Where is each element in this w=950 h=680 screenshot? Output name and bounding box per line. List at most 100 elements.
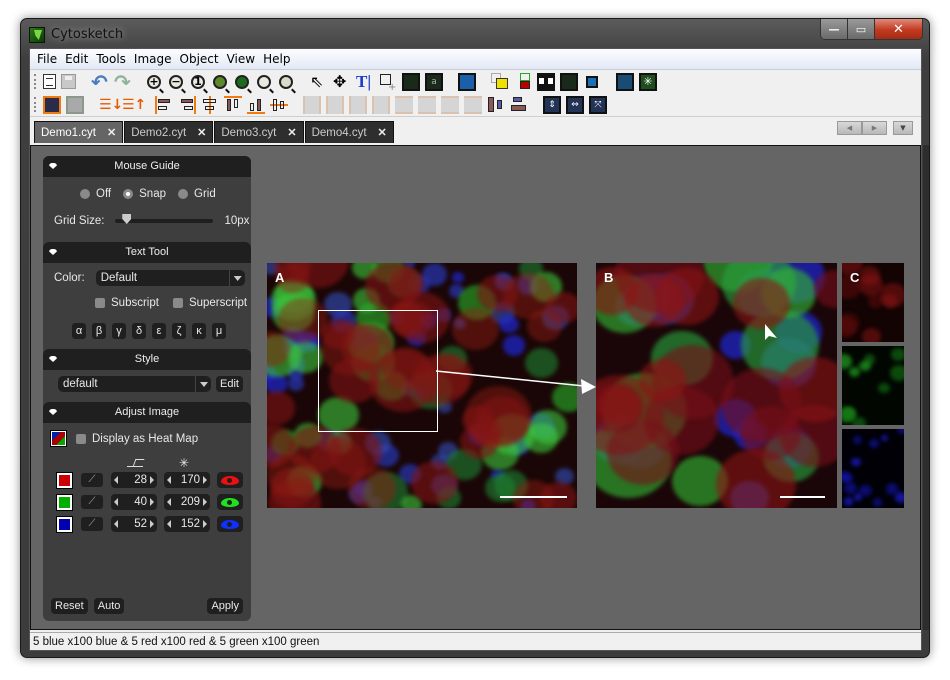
style-dropdown[interactable]: default bbox=[58, 376, 211, 392]
zoom-region-box[interactable] bbox=[318, 310, 438, 432]
greek-epsilon-button[interactable]: ε bbox=[152, 323, 166, 339]
tab-close-icon[interactable]: ✕ bbox=[197, 126, 206, 139]
insert-text-label-icon[interactable]: a bbox=[425, 72, 443, 91]
menu-edit[interactable]: Edit bbox=[61, 52, 92, 66]
channel-visibility-toggle[interactable] bbox=[217, 472, 243, 488]
channel-color-swatch[interactable] bbox=[56, 515, 73, 533]
increment-arrow-icon[interactable] bbox=[203, 498, 207, 506]
levels-curve-icon[interactable] bbox=[616, 72, 634, 91]
menu-view[interactable]: View bbox=[223, 52, 259, 66]
channel-max-spinner[interactable]: 152 bbox=[164, 516, 210, 532]
undo-icon[interactable]: ↶ bbox=[91, 72, 109, 92]
link-objects-icon[interactable] bbox=[537, 72, 555, 91]
menu-help[interactable]: Help bbox=[259, 52, 294, 66]
zoom-actual-size-icon[interactable]: 1 bbox=[191, 74, 205, 89]
crop-icon[interactable] bbox=[583, 73, 601, 91]
redo-icon[interactable]: ↷ bbox=[114, 72, 132, 92]
menu-tools[interactable]: Tools bbox=[92, 52, 130, 66]
sort-down-icon[interactable]: ☰↓ bbox=[99, 96, 123, 114]
bring-to-front-icon[interactable] bbox=[43, 95, 61, 114]
greek-alpha-button[interactable]: α bbox=[72, 323, 86, 339]
menu-object[interactable]: Object bbox=[176, 52, 223, 66]
channel-max-value[interactable]: 209 bbox=[171, 496, 203, 508]
channel-visibility-toggle[interactable] bbox=[217, 494, 243, 510]
style-header[interactable]: Style bbox=[43, 349, 251, 370]
canvas-area[interactable]: Mouse Guide Off Snap Grid Grid Size: 10p… bbox=[30, 145, 921, 630]
pointer-icon[interactable]: ⇖ bbox=[310, 72, 328, 91]
scale-bar-icon[interactable] bbox=[560, 72, 578, 91]
align-right-icon[interactable] bbox=[178, 95, 196, 114]
scale-bar-a[interactable] bbox=[500, 496, 567, 498]
curve-icon[interactable]: ⟋ bbox=[81, 495, 103, 509]
heatmap-icon[interactable] bbox=[50, 430, 67, 447]
channel-min-value[interactable]: 40 bbox=[118, 496, 150, 508]
close-button[interactable]: ✕ bbox=[875, 19, 922, 39]
fit-vertical-icon[interactable]: ⇕ bbox=[543, 95, 561, 114]
reset-button[interactable]: Reset bbox=[51, 598, 88, 614]
vertical-scrollbar[interactable] bbox=[923, 145, 929, 630]
channel-min-value[interactable]: 52 bbox=[118, 518, 150, 530]
toolbar-grip-2[interactable] bbox=[34, 97, 37, 112]
channel-max-value[interactable]: 170 bbox=[171, 474, 203, 486]
radio-off[interactable] bbox=[80, 189, 90, 199]
heatmap-checkbox[interactable] bbox=[76, 433, 86, 444]
tab-next-button[interactable]: ▶ bbox=[862, 121, 887, 135]
menu-file[interactable]: File bbox=[33, 52, 61, 66]
style-edit-button[interactable]: Edit bbox=[216, 376, 243, 392]
connector-arrow[interactable] bbox=[435, 366, 596, 396]
bring-forward-icon[interactable] bbox=[491, 72, 509, 91]
mouse-guide-header[interactable]: Mouse Guide bbox=[43, 156, 251, 177]
greek-mu-button[interactable]: μ bbox=[212, 323, 226, 339]
tab-demo1[interactable]: Demo1.cyt ✕ bbox=[34, 121, 124, 143]
channel-min-value[interactable]: 28 bbox=[118, 474, 150, 486]
tab-prev-button[interactable]: ◀ bbox=[837, 121, 862, 135]
align-bottom-icon[interactable] bbox=[247, 96, 265, 114]
size-width-icon[interactable] bbox=[487, 96, 505, 114]
group-colors-icon[interactable] bbox=[514, 72, 532, 91]
apply-button[interactable]: Apply bbox=[207, 598, 243, 614]
increment-arrow-icon[interactable] bbox=[150, 520, 154, 528]
curve-icon[interactable]: ⟋ bbox=[81, 473, 103, 487]
auto-button[interactable]: Auto bbox=[93, 598, 125, 614]
increment-arrow-icon[interactable] bbox=[150, 476, 154, 484]
fit-all-icon[interactable]: ⤧ bbox=[589, 95, 607, 114]
tab-close-icon[interactable]: ✕ bbox=[287, 126, 296, 139]
zoom-selection-icon[interactable] bbox=[257, 74, 271, 89]
curve-icon[interactable]: ⟋ bbox=[81, 517, 103, 531]
channel-color-swatch[interactable] bbox=[56, 471, 73, 489]
figure-panel-c-red[interactable]: C bbox=[842, 263, 904, 342]
brightness-icon[interactable]: ✳ bbox=[639, 72, 657, 91]
slider-thumb[interactable] bbox=[122, 214, 132, 224]
zoom-in-icon[interactable]: + bbox=[147, 74, 161, 89]
radio-snap[interactable] bbox=[123, 189, 134, 199]
zoom-out-icon[interactable]: − bbox=[169, 74, 183, 89]
tab-demo3[interactable]: Demo3.cyt ✕ bbox=[214, 121, 304, 143]
color-dropdown[interactable]: Default bbox=[95, 270, 245, 286]
channel-max-value[interactable]: 152 bbox=[171, 518, 203, 530]
greek-zeta-button[interactable]: ζ bbox=[172, 323, 186, 339]
insert-image-icon[interactable] bbox=[458, 72, 476, 91]
insert-arrow-label-icon[interactable] bbox=[402, 72, 420, 91]
maximize-button[interactable]: ▭ bbox=[848, 19, 875, 39]
save-icon[interactable] bbox=[61, 74, 76, 89]
channel-visibility-toggle[interactable] bbox=[217, 516, 243, 532]
tab-close-icon[interactable]: ✕ bbox=[107, 126, 116, 139]
greek-gamma-button[interactable]: γ bbox=[112, 323, 126, 339]
size-height-icon[interactable] bbox=[510, 96, 528, 114]
tab-demo2[interactable]: Demo2.cyt ✕ bbox=[124, 121, 214, 143]
toolbar-grip[interactable] bbox=[34, 74, 37, 89]
radio-grid[interactable] bbox=[178, 189, 188, 199]
grid-size-slider[interactable] bbox=[114, 214, 213, 224]
minimize-button[interactable]: — bbox=[821, 19, 848, 39]
tab-close-icon[interactable]: ✕ bbox=[378, 126, 387, 139]
send-to-back-icon[interactable] bbox=[66, 95, 84, 114]
zoom-fit-page-icon[interactable] bbox=[235, 74, 249, 89]
zoom-fit-image-icon[interactable] bbox=[213, 74, 227, 89]
fit-horizontal-icon[interactable]: ⇔ bbox=[566, 95, 584, 114]
channel-min-spinner[interactable]: 52 bbox=[111, 516, 157, 532]
tab-demo4[interactable]: Demo4.cyt ✕ bbox=[304, 121, 394, 143]
figure-panel-b[interactable]: B bbox=[596, 263, 837, 508]
superscript-checkbox[interactable] bbox=[172, 298, 183, 308]
channel-max-spinner[interactable]: 209 bbox=[164, 494, 210, 510]
increment-arrow-icon[interactable] bbox=[203, 476, 207, 484]
